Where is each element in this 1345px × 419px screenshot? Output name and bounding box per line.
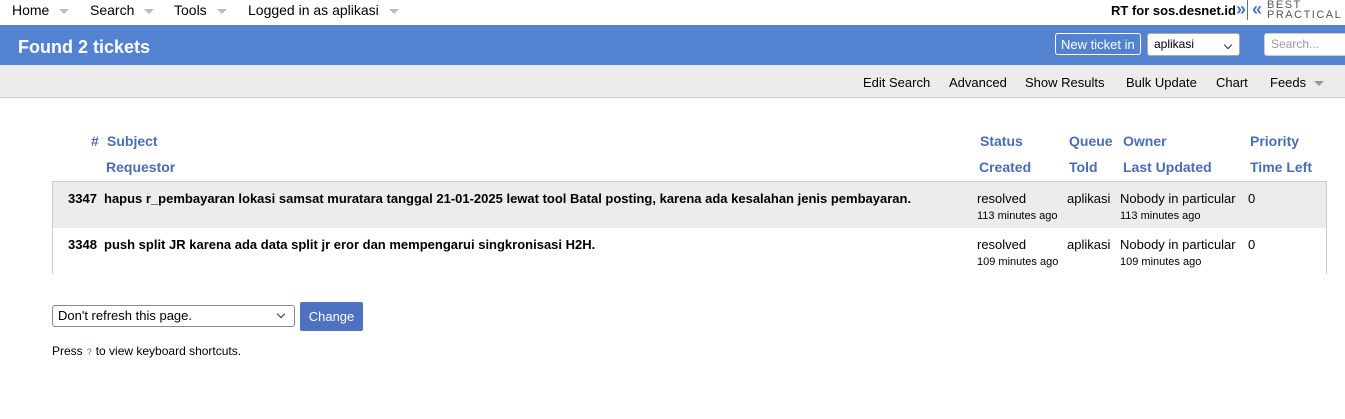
queue-select-value: aplikasi: [1154, 37, 1195, 51]
show-results-link[interactable]: Show Results: [1025, 75, 1104, 90]
queue-select[interactable]: aplikasi: [1147, 33, 1240, 56]
best-practical-logo[interactable]: » « BEST PRACTICAL: [1236, 0, 1343, 21]
table-row: 3348 push split JR karena ada data split…: [53, 228, 1326, 274]
logo-chevrons-icon: »: [1236, 0, 1246, 19]
col-header-status[interactable]: Status: [980, 133, 1023, 149]
col-header-id[interactable]: #: [91, 133, 99, 149]
ticket-subject-link[interactable]: push split JR karena ada data split jr e…: [104, 237, 595, 252]
bulk-update-link[interactable]: Bulk Update: [1126, 75, 1197, 90]
logo-divider: [1247, 0, 1249, 20]
ticket-queue: aplikasi: [1067, 191, 1111, 206]
page-header: Found 2 tickets New ticket in aplikasi S…: [0, 25, 1345, 65]
change-button[interactable]: Change: [300, 302, 363, 331]
ticket-table: 3347 hapus r_pembayaran lokasi samsat mu…: [52, 181, 1327, 274]
chevron-down-icon: [388, 8, 399, 14]
edit-search-link[interactable]: Edit Search: [863, 75, 930, 90]
col-header-requestor[interactable]: Requestor: [106, 159, 175, 175]
menu-logged-in-label: Logged in as aplikasi: [248, 2, 379, 18]
rt-site-title: RT for sos.desnet.id: [1111, 3, 1236, 18]
chevron-down-icon: [1223, 40, 1233, 50]
col-header-owner[interactable]: Owner: [1123, 133, 1167, 149]
col-header-time-left[interactable]: Time Left: [1250, 159, 1312, 175]
ticket-last-updated: 113 minutes ago: [1120, 210, 1201, 222]
menu-logged-in[interactable]: Logged in as aplikasi: [248, 2, 399, 18]
feeds-label: Feeds: [1270, 75, 1307, 90]
menu-search-label: Search: [90, 2, 135, 18]
ticket-priority: 0: [1248, 191, 1256, 206]
top-nav: Home Search Tools Logged in as aplikasi …: [0, 0, 1345, 24]
shortcuts-suffix: to view keyboard shortcuts.: [95, 344, 242, 358]
shortcut-key-link[interactable]: ?: [87, 347, 92, 357]
ticket-priority: 0: [1248, 237, 1256, 252]
refresh-select[interactable]: Don't refresh this page.: [52, 305, 295, 327]
logo-line2: PRACTICAL: [1267, 9, 1343, 21]
col-header-created[interactable]: Created: [979, 159, 1031, 175]
chevron-down-icon: [216, 8, 227, 14]
ticket-status: resolved: [977, 191, 1027, 206]
chevron-down-icon: [144, 8, 155, 14]
chevron-down-icon: [1314, 81, 1325, 86]
new-ticket-button[interactable]: New ticket in: [1055, 33, 1141, 55]
col-header-priority[interactable]: Priority: [1250, 133, 1299, 149]
shortcuts-prefix: Press: [52, 344, 83, 358]
search-input[interactable]: Search...: [1264, 33, 1345, 56]
page-menu: Edit Search Advanced Show Results Bulk U…: [0, 65, 1345, 98]
ticket-status: resolved: [977, 237, 1027, 252]
refresh-select-value: Don't refresh this page.: [58, 308, 192, 323]
ticket-last-updated: 109 minutes ago: [1120, 256, 1202, 268]
menu-home-label: Home: [12, 2, 50, 18]
ticket-created: 109 minutes ago: [977, 256, 1059, 268]
ticket-id-link[interactable]: 3347: [68, 191, 97, 206]
page-title: Found 2 tickets: [18, 37, 151, 57]
table-row: 3347 hapus r_pembayaran lokasi samsat mu…: [53, 182, 1326, 229]
ticket-owner: Nobody in particular: [1120, 191, 1236, 206]
col-header-queue[interactable]: Queue: [1069, 133, 1113, 149]
ticket-subject-link[interactable]: hapus r_pembayaran lokasi samsat muratar…: [104, 191, 911, 206]
chevron-down-icon: [276, 309, 286, 319]
ticket-owner: Nobody in particular: [1120, 237, 1236, 252]
chart-link[interactable]: Chart: [1216, 75, 1248, 90]
ticket-queue: aplikasi: [1067, 237, 1111, 252]
menu-tools[interactable]: Tools: [174, 2, 227, 18]
logo-text: BEST PRACTICAL: [1267, 0, 1343, 21]
ticket-created: 113 minutes ago: [977, 210, 1058, 222]
menu-tools-label: Tools: [174, 2, 207, 18]
ticket-id-link[interactable]: 3348: [68, 237, 97, 252]
keyboard-shortcuts-hint: Press? to view keyboard shortcuts.: [52, 344, 241, 358]
chevron-down-icon: [59, 8, 70, 14]
advanced-link[interactable]: Advanced: [949, 75, 1007, 90]
menu-home[interactable]: Home: [12, 2, 70, 18]
feeds-menu[interactable]: Feeds: [1270, 75, 1325, 90]
col-header-told[interactable]: Told: [1069, 159, 1098, 175]
menu-search[interactable]: Search: [90, 2, 155, 18]
col-header-last-updated[interactable]: Last Updated: [1123, 159, 1212, 175]
col-header-subject[interactable]: Subject: [107, 133, 158, 149]
logo-chevrons-left-icon: «: [1252, 0, 1262, 19]
